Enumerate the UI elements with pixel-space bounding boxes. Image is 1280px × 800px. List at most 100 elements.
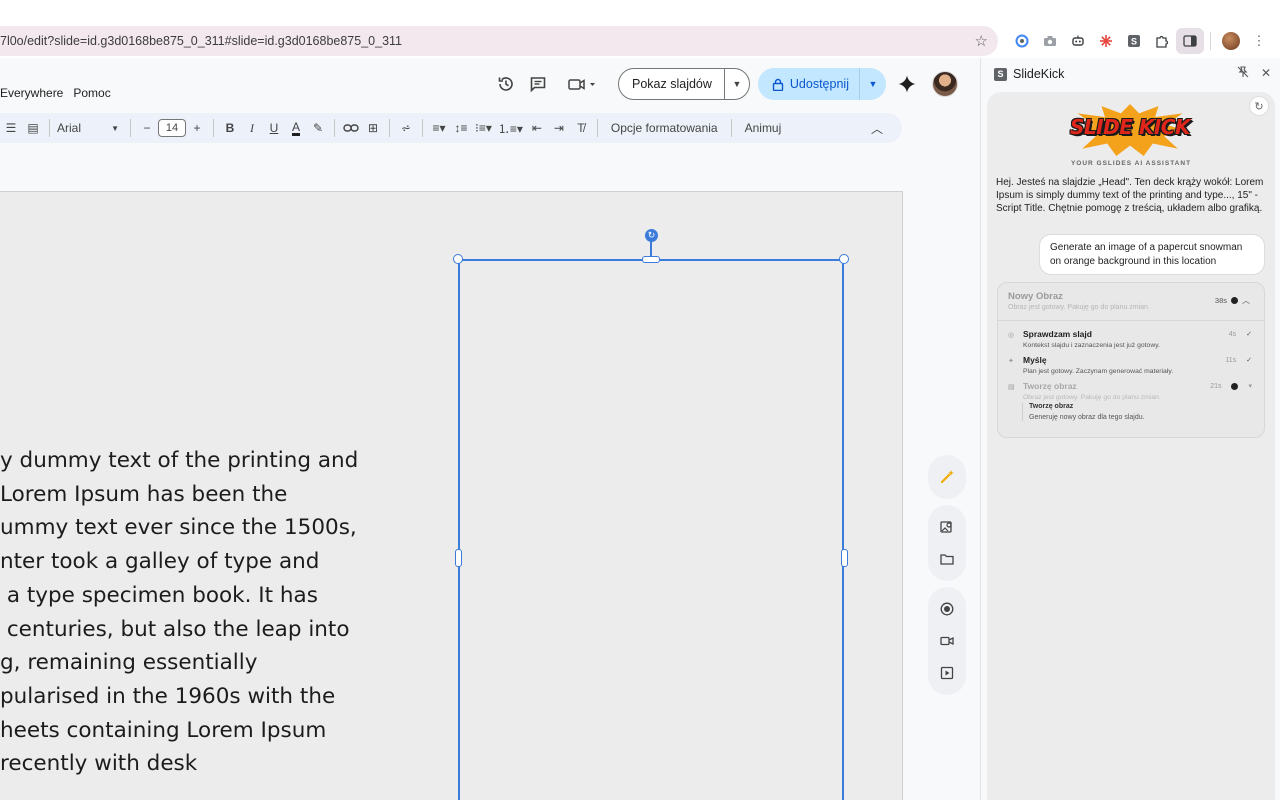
- assistant-greeting: Hej. Jesteś na slajdzie „Head". Ten deck…: [996, 177, 1264, 215]
- step-subtitle: Kontekst slajdu i zaznaczenia jest już g…: [1023, 342, 1161, 349]
- video-camera-icon[interactable]: [932, 625, 962, 657]
- clear-formatting-icon[interactable]: T̸: [570, 116, 592, 140]
- gemini-icon[interactable]: [896, 73, 918, 95]
- decrease-size-icon[interactable]: −: [136, 116, 158, 140]
- rotate-handle-icon[interactable]: ↻: [645, 229, 658, 242]
- chevron-down-icon: ▾: [1248, 383, 1252, 390]
- sparkle-icon[interactable]: [1092, 28, 1120, 54]
- layout-icon[interactable]: ▤: [22, 116, 44, 140]
- camera-icon[interactable]: [1036, 28, 1064, 54]
- panel-body: ↻ SLIDE KICK YOUR GSLIDES AI ASSISTANT H…: [987, 92, 1275, 800]
- task-substep: Tworzę obraz Generuję nowy obraz dla teg…: [1022, 403, 1252, 421]
- bold-icon[interactable]: B: [219, 116, 241, 140]
- step-time: 11s: [1225, 356, 1237, 364]
- step-meta: 21s ▾: [1210, 382, 1252, 390]
- animate-button[interactable]: Animuj: [737, 121, 790, 135]
- rail-group-gemini: [928, 455, 966, 499]
- list-menu-icon[interactable]: ☰: [0, 116, 22, 140]
- menu-item-everywhere[interactable]: Everywhere: [0, 86, 63, 106]
- chevron-up-icon[interactable]: ︿: [866, 116, 888, 140]
- step-title: Tworzę obraz: [1023, 381, 1077, 391]
- address-bar[interactable]: 7l0o/edit?slide=id.g3d0168be875_0_311#sl…: [0, 26, 998, 56]
- format-options-button[interactable]: Opcje formatowania: [603, 121, 726, 135]
- divider: [1210, 32, 1211, 50]
- link-icon[interactable]: [340, 116, 362, 140]
- text-line: y dummy text of the printing and: [0, 448, 359, 473]
- text-line: recently with desk: [0, 751, 198, 777]
- resize-handle-top-left[interactable]: [453, 254, 463, 264]
- history-icon[interactable]: [490, 68, 522, 100]
- present-icon[interactable]: [932, 657, 962, 689]
- resize-handle-left[interactable]: [455, 549, 462, 567]
- chevron-down-icon[interactable]: ▼: [860, 79, 886, 89]
- bookmark-star-icon[interactable]: ☆: [975, 32, 988, 50]
- increase-size-icon[interactable]: +: [186, 116, 208, 140]
- line-spacing-icon[interactable]: ↕≡: [450, 116, 472, 140]
- share-main[interactable]: Udostępnij: [758, 68, 860, 100]
- svg-text:S: S: [1131, 37, 1137, 47]
- share-button[interactable]: Udostępnij ▼: [757, 68, 886, 100]
- bot-icon[interactable]: [1064, 28, 1092, 54]
- top-actions: Pokaz slajdów ▼ Udostępnij ▼: [490, 68, 958, 100]
- menu-item-help[interactable]: Pomoc: [73, 86, 110, 106]
- text-line: pularised in the 1960s with the: [0, 683, 336, 709]
- browser-menu-icon[interactable]: ⋮: [1245, 28, 1273, 54]
- google-lens-icon[interactable]: [1008, 28, 1036, 54]
- sparkle-icon: ✦: [1008, 358, 1014, 365]
- align-icon[interactable]: ≡▾: [428, 116, 450, 140]
- slidekick-panel: S SlideKick ✕ ↻ SLIDE KICK YOUR GSLIDES …: [980, 58, 1280, 800]
- task-card[interactable]: Nowy Obraz Obraz jest gotowy. Pakuję go …: [997, 282, 1265, 438]
- task-status[interactable]: 38s ︿: [1215, 295, 1250, 306]
- magic-wand-icon[interactable]: [932, 461, 962, 493]
- record-icon[interactable]: [932, 593, 962, 625]
- chevron-down-icon: ▼: [111, 123, 119, 133]
- puzzle-icon[interactable]: [1148, 28, 1176, 54]
- rail-group-tools: [928, 505, 966, 581]
- bulleted-list-icon[interactable]: ⁝≡▾: [472, 116, 495, 140]
- increase-indent-icon[interactable]: ⇥: [548, 116, 570, 140]
- text-line: nter took a galley of type and: [0, 549, 320, 575]
- refresh-icon[interactable]: ↻: [1249, 96, 1269, 116]
- slidekick-logo: SLIDE KICK: [1065, 102, 1195, 156]
- image-search-icon[interactable]: [932, 511, 962, 543]
- profile-avatar[interactable]: [1217, 28, 1245, 54]
- slidekick-icon[interactable]: S: [1120, 28, 1148, 54]
- font-name: Arial: [57, 121, 82, 135]
- step-subtitle: Plan jest gotowy. Zaczynam generować mat…: [1023, 368, 1174, 375]
- insert-comment-icon[interactable]: ⊞: [362, 116, 384, 140]
- spellcheck-icon[interactable]: ⩫: [395, 116, 417, 140]
- side-panel-icon[interactable]: [1176, 28, 1204, 54]
- highlight-icon[interactable]: ✎: [307, 116, 329, 140]
- numbered-list-icon[interactable]: ⒈≡▾: [495, 116, 526, 140]
- divider: [213, 119, 214, 137]
- chevron-down-icon[interactable]: ▼: [725, 79, 749, 89]
- divider: [389, 119, 390, 137]
- text-line: centuries, but also the leap into: [0, 616, 350, 642]
- comments-icon[interactable]: [522, 68, 554, 100]
- selected-shape[interactable]: [458, 259, 844, 800]
- resize-handle-top[interactable]: [642, 256, 660, 263]
- resize-handle-right[interactable]: [841, 549, 848, 567]
- avatar[interactable]: [931, 71, 958, 97]
- italic-icon[interactable]: I: [241, 116, 263, 140]
- slideshow-button[interactable]: Pokaz slajdów ▼: [618, 68, 750, 100]
- chevron-up-icon: ︿: [1242, 296, 1250, 305]
- meet-video-icon[interactable]: [560, 68, 604, 100]
- divider: [130, 119, 131, 137]
- folder-icon[interactable]: [932, 543, 962, 575]
- resize-handle-top-right[interactable]: [839, 254, 849, 264]
- url-text[interactable]: 7l0o/edit?slide=id.g3d0168be875_0_311#sl…: [0, 34, 402, 48]
- underline-icon[interactable]: U: [263, 116, 285, 140]
- tagline: YOUR GSLIDES AI ASSISTANT: [1070, 160, 1192, 167]
- close-icon[interactable]: ✕: [1261, 66, 1271, 81]
- decrease-indent-icon[interactable]: ⇤: [526, 116, 548, 140]
- font-size-input[interactable]: 14: [158, 119, 186, 137]
- image-icon: ▤: [1008, 384, 1015, 391]
- formatting-toolbar: ☰ ▤ Arial ▼ − 14 + B I U A ✎ ⊞ ⩫ ≡▾ ↕≡ ⁝…: [0, 113, 902, 143]
- unpin-icon[interactable]: [1237, 66, 1249, 81]
- slideshow-label[interactable]: Pokaz slajdów: [619, 69, 725, 99]
- text-line: ummy text ever since the 1500s,: [0, 515, 357, 541]
- font-select[interactable]: Arial ▼: [55, 116, 125, 140]
- slide-body-text[interactable]: y dummy text of the printing and Lorem I…: [0, 444, 360, 781]
- text-color-icon[interactable]: A: [285, 116, 307, 140]
